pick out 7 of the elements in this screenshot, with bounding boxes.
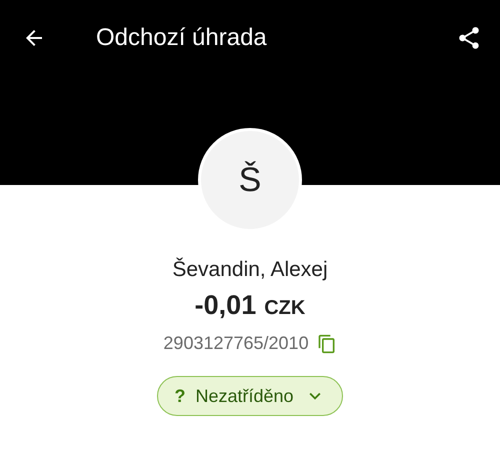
copy-icon[interactable] — [316, 334, 337, 354]
amount: -0,01 — [194, 290, 256, 321]
account-number: 2903127765/2010 — [163, 333, 309, 354]
screen-title: Odchozí úhrada — [96, 24, 268, 52]
counterparty-name: Ševandin, Alexej — [172, 258, 328, 282]
currency: CZK — [264, 297, 306, 320]
category-chip[interactable]: ? Nezatříděno — [157, 376, 343, 416]
